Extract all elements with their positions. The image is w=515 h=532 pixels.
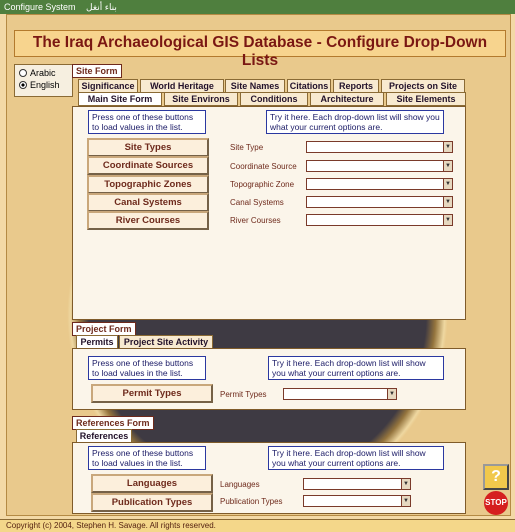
languages-dropdown[interactable]: ▼ bbox=[303, 478, 411, 490]
languages-label: Languages bbox=[220, 480, 260, 489]
publication-types-dropdown[interactable]: ▼ bbox=[303, 495, 411, 507]
site-type-label: Site Type bbox=[230, 143, 264, 152]
footer: Copyright (c) 2004, Stephen H. Savage. A… bbox=[0, 519, 515, 532]
page-header: The Iraq Archaeological GIS Database - C… bbox=[14, 30, 506, 69]
river-courses-label: River Courses bbox=[230, 216, 281, 225]
tab-references[interactable]: References bbox=[76, 429, 132, 443]
coordinate-source-label: Coordinate Source bbox=[230, 162, 297, 171]
project-form-label: Project Form bbox=[72, 322, 136, 336]
tab-site-environs[interactable]: Site Environs bbox=[164, 92, 238, 106]
language-selector: Arabic English bbox=[14, 64, 73, 97]
radio-icon bbox=[19, 69, 27, 77]
tab-reports[interactable]: Reports bbox=[333, 79, 379, 93]
tab-significance[interactable]: Significance bbox=[78, 79, 138, 93]
permit-types-button[interactable]: Permit Types bbox=[91, 384, 213, 403]
topographic-zone-label: Topographic Zone bbox=[230, 180, 295, 189]
title-bar: Configure System بناء أنغل bbox=[0, 0, 515, 14]
chevron-down-icon: ▼ bbox=[401, 496, 410, 506]
site-form-label: Site Form bbox=[72, 64, 122, 78]
topographic-zone-dropdown[interactable]: ▼ bbox=[306, 178, 453, 190]
tab-citations[interactable]: Citations bbox=[287, 79, 331, 93]
publication-types-button[interactable]: Publication Types bbox=[91, 493, 213, 512]
tab-permits[interactable]: Permits bbox=[76, 335, 118, 349]
references-form-instructions-right: Try it here. Each drop-down list will sh… bbox=[268, 446, 444, 470]
site-type-dropdown[interactable]: ▼ bbox=[306, 141, 453, 153]
tab-world-heritage[interactable]: World Heritage bbox=[140, 79, 224, 93]
tab-conditions[interactable]: Conditions bbox=[240, 92, 308, 106]
project-form-instructions-right: Try it here. Each drop-down list will sh… bbox=[268, 356, 444, 380]
help-button[interactable]: ? bbox=[483, 464, 509, 490]
languages-button[interactable]: Languages bbox=[91, 474, 213, 493]
site-form-instructions-right: Try it here. Each drop-down list will sh… bbox=[266, 110, 444, 134]
language-radio-arabic[interactable]: Arabic bbox=[19, 68, 56, 78]
chevron-down-icon: ▼ bbox=[443, 215, 452, 225]
stop-button[interactable]: STOP bbox=[484, 491, 508, 515]
chevron-down-icon: ▼ bbox=[443, 197, 452, 207]
chevron-down-icon: ▼ bbox=[443, 161, 452, 171]
language-radio-english[interactable]: English bbox=[19, 80, 60, 90]
tab-main-site-form[interactable]: Main Site Form bbox=[78, 92, 162, 106]
window-title: Configure System bbox=[4, 2, 76, 12]
project-form-instructions-left: Press one of these buttons to load value… bbox=[88, 356, 206, 380]
permit-types-label: Permit Types bbox=[220, 390, 267, 399]
tab-projects-on-site[interactable]: Projects on Site bbox=[381, 79, 465, 93]
river-courses-button[interactable]: River Courses bbox=[87, 211, 209, 230]
publication-types-label: Publication Types bbox=[220, 497, 283, 506]
references-form-label: References Form bbox=[72, 416, 154, 430]
coordinate-source-dropdown[interactable]: ▼ bbox=[306, 160, 453, 172]
references-form-instructions-left: Press one of these buttons to load value… bbox=[88, 446, 206, 470]
site-form-instructions-left: Press one of these buttons to load value… bbox=[88, 110, 206, 134]
canal-systems-button[interactable]: Canal Systems bbox=[87, 193, 209, 212]
permit-types-dropdown[interactable]: ▼ bbox=[283, 388, 397, 400]
chevron-down-icon: ▼ bbox=[401, 479, 410, 489]
tab-project-site-activity[interactable]: Project Site Activity bbox=[119, 335, 213, 349]
chevron-down-icon: ▼ bbox=[443, 142, 452, 152]
river-courses-dropdown[interactable]: ▼ bbox=[306, 214, 453, 226]
coordinate-sources-button[interactable]: Coordinate Sources bbox=[87, 156, 209, 175]
radio-selected-icon bbox=[19, 81, 27, 89]
copyright-text: Copyright (c) 2004, Stephen H. Savage. A… bbox=[6, 521, 216, 530]
chevron-down-icon: ▼ bbox=[387, 389, 396, 399]
topographic-zones-button[interactable]: Topographic Zones bbox=[87, 175, 209, 194]
window-title-arabic: بناء أنغل bbox=[86, 2, 117, 12]
canal-systems-label: Canal Systems bbox=[230, 198, 284, 207]
tab-architecture[interactable]: Architecture bbox=[310, 92, 384, 106]
canal-systems-dropdown[interactable]: ▼ bbox=[306, 196, 453, 208]
site-types-button[interactable]: Site Types bbox=[87, 138, 209, 157]
tab-site-names[interactable]: Site Names bbox=[225, 79, 285, 93]
tab-site-elements[interactable]: Site Elements bbox=[386, 92, 466, 106]
chevron-down-icon: ▼ bbox=[443, 179, 452, 189]
